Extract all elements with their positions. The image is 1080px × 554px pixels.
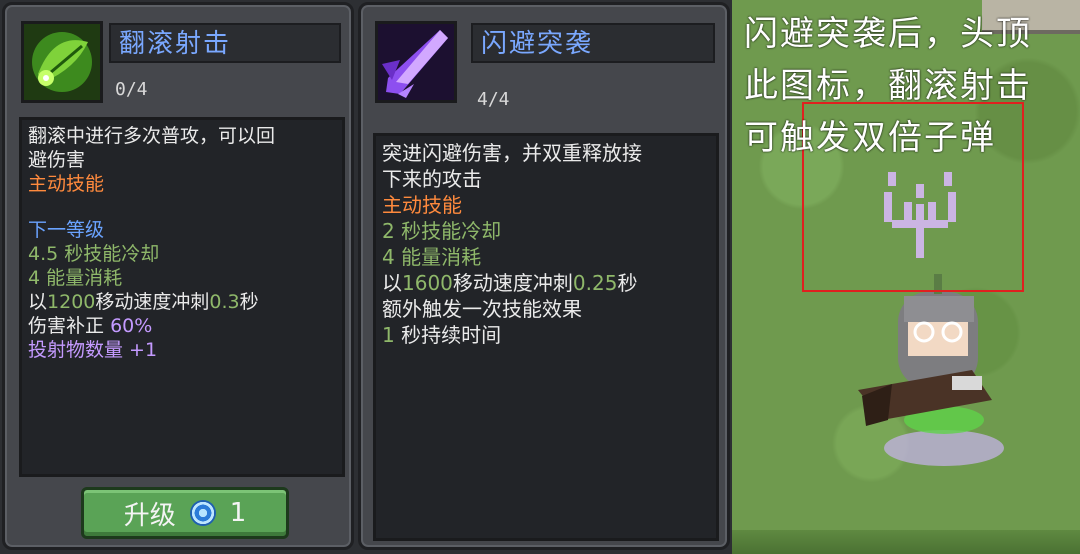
projectile-stat: 投射物数量 +1: [28, 339, 158, 361]
desc-line: 下来的攻击: [382, 167, 482, 191]
game-caption: 闪避突袭后，头顶此图标，翻滚射击可触发双倍子弹: [744, 14, 1032, 158]
upgrade-button[interactable]: 升级 1: [81, 487, 289, 539]
dash-suffix: 秒: [617, 271, 638, 295]
skill-title: 翻滚射击: [109, 23, 341, 63]
dash-speed: 1200: [47, 291, 96, 313]
damage-fix-label: 伤害补正: [28, 315, 105, 337]
energy-stat: 4 能量消耗: [28, 267, 123, 289]
skill-level: 4/4: [477, 89, 510, 110]
desc-line: 翻滚中进行多次普攻，可以回: [28, 125, 276, 147]
skill-panel-dodge-raid: 闪避突袭 4/4 突进闪避伤害，并双重释放接 下来的攻击 主动技能 2 秒技能冷…: [358, 2, 730, 550]
dash-time: 0.3: [209, 291, 240, 313]
dash-speed: 1600: [402, 271, 453, 295]
dash-mid: 移动速度冲刺: [95, 291, 210, 313]
desc-line: 突进闪避伤害，并双重释放接: [382, 141, 642, 165]
skill-type: 主动技能: [382, 193, 462, 217]
desc-line: 避伤害: [28, 149, 86, 171]
cooldown-stat: 2 秒技能冷却: [382, 219, 502, 243]
player-character: [858, 274, 1004, 466]
duration-num: 1: [382, 323, 395, 347]
dash-time: 0.25: [572, 271, 618, 295]
upgrade-label: 升级: [123, 500, 176, 531]
energy-stat: 4 能量消耗: [382, 245, 482, 269]
tree-line: [732, 530, 1080, 554]
dash-prefix: 以: [28, 291, 48, 313]
skill-panel-roll-shot: 翻滚射击 0/4 翻滚中进行多次普攻，可以回 避伤害 主动技能 下一等级 4.5…: [2, 2, 354, 550]
damage-fix-value: 60%: [110, 315, 153, 337]
duration-text: 秒持续时间: [401, 323, 502, 347]
skill-description-box: 突进闪避伤害，并双重释放接 下来的攻击 主动技能 2 秒技能冷却 4 能量消耗 …: [373, 133, 719, 541]
energy-orb-icon: [189, 500, 216, 526]
dash-suffix: 秒: [239, 291, 259, 313]
extra-stat: 额外触发一次技能效果: [382, 297, 582, 321]
purple-arrow-skill-icon[interactable]: [375, 21, 457, 103]
dash-stat: 以1600移动速度冲刺0.25秒: [382, 270, 710, 296]
dash-stat: 以1200移动速度冲刺0.3秒: [28, 290, 336, 314]
game-scene: 闪避突袭后，头顶此图标，翻滚射击可触发双倍子弹: [732, 0, 1080, 554]
skill-title: 闪避突袭: [471, 23, 715, 63]
duration-stat: 1 秒持续时间: [382, 322, 710, 348]
next-level-header: 下一等级: [28, 219, 105, 241]
dash-prefix: 以: [382, 271, 402, 295]
damage-fix-stat: 伤害补正 60%: [28, 314, 336, 338]
skill-description-box: 翻滚中进行多次普攻，可以回 避伤害 主动技能 下一等级 4.5 秒技能冷却 4 …: [19, 117, 345, 477]
leaf-skill-icon[interactable]: [21, 21, 103, 103]
cooldown-stat: 4.5 秒技能冷却: [28, 243, 160, 265]
dash-mid: 移动速度冲刺: [452, 271, 573, 295]
upgrade-cost: 1: [229, 498, 247, 528]
skill-type: 主动技能: [28, 173, 105, 195]
skill-level: 0/4: [115, 79, 148, 100]
